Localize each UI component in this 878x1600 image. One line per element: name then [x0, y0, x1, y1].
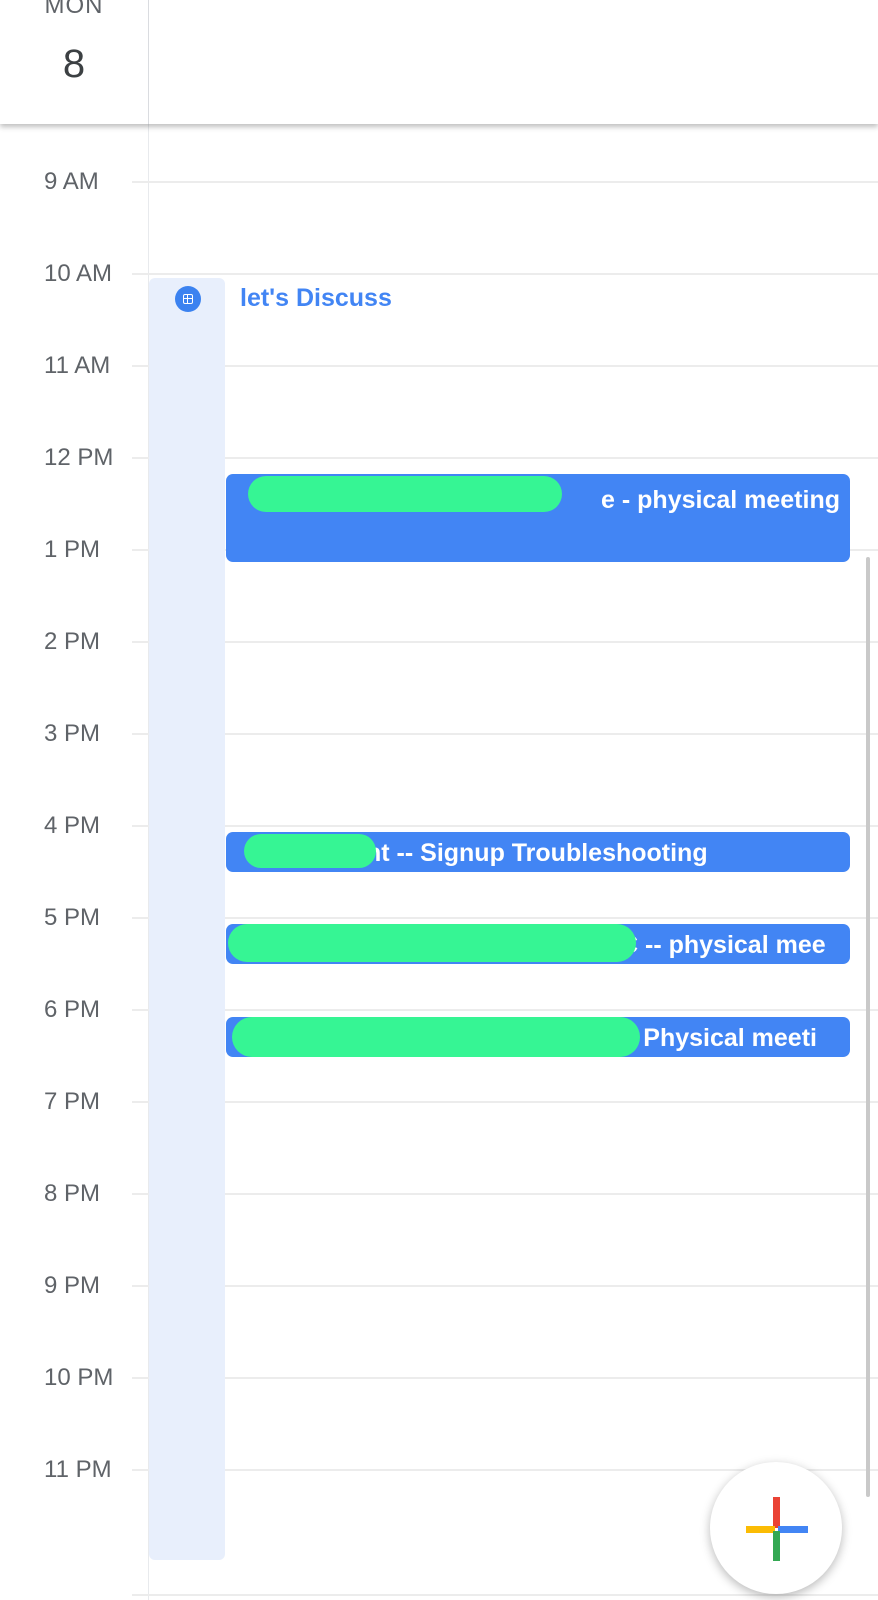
- hour-label: 2 PM: [44, 628, 101, 655]
- hour-label: 11 PM: [44, 1456, 112, 1483]
- hour-line: [132, 1101, 878, 1103]
- hour-label: 9 AM: [44, 168, 99, 195]
- hour-label: 8 PM: [44, 1180, 101, 1207]
- event-title: - Physical meeti: [628, 1024, 817, 1052]
- hour-line: [132, 1285, 878, 1287]
- header-divider: [148, 0, 149, 124]
- hour-label: 6 PM: [44, 996, 101, 1023]
- hour-line: [132, 825, 878, 827]
- hour-line: [132, 641, 878, 643]
- hour-label: 7 PM: [44, 1088, 101, 1115]
- redaction-scribble: [244, 834, 376, 868]
- hour-line: [132, 365, 878, 367]
- plus-icon-segment: [773, 1531, 780, 1561]
- hour-line: [132, 917, 878, 919]
- hour-label: 11 AM: [44, 352, 111, 379]
- plus-icon: [773, 1497, 780, 1528]
- hour-label: 10 AM: [44, 260, 113, 287]
- create-event-button[interactable]: [710, 1462, 842, 1594]
- schedule-grid[interactable]: 9 AM 10 AM 11 AM 12 PM 1 PM 2 PM 3 PM 4 …: [0, 124, 878, 1600]
- task-icon: [175, 286, 201, 312]
- hour-label: 12 PM: [44, 444, 114, 471]
- hour-label: 3 PM: [44, 720, 101, 747]
- hour-label: 9 PM: [44, 1272, 101, 1299]
- hour-label: 1 PM: [44, 536, 101, 563]
- hour-line: [132, 457, 878, 459]
- scrollbar[interactable]: [866, 557, 870, 1497]
- hour-line: [132, 1594, 878, 1596]
- day-header: MON 8: [0, 0, 878, 124]
- task-strip[interactable]: [149, 278, 225, 1560]
- event-title: nt -- Signup Troubleshooting: [366, 839, 708, 867]
- hour-label: 5 PM: [44, 904, 101, 931]
- plus-icon-segment: [778, 1526, 808, 1533]
- hour-line: [132, 1377, 878, 1379]
- day-name: MON: [44, 0, 104, 19]
- event-title: C -- physical mee: [620, 931, 826, 959]
- hour-line: [132, 1009, 878, 1011]
- day-number[interactable]: 8: [0, 42, 148, 87]
- plus-icon-segment: [746, 1526, 775, 1533]
- redaction-scribble: [232, 1017, 640, 1057]
- hour-line: [132, 273, 878, 275]
- hour-line: [132, 181, 878, 183]
- hour-line: [132, 1193, 878, 1195]
- redaction-scribble: [228, 924, 636, 962]
- hour-line: [132, 733, 878, 735]
- task-title[interactable]: let's Discuss: [240, 284, 392, 313]
- redaction-scribble: [248, 476, 562, 512]
- hour-label: 4 PM: [44, 812, 101, 839]
- hour-label: 10 PM: [44, 1364, 114, 1391]
